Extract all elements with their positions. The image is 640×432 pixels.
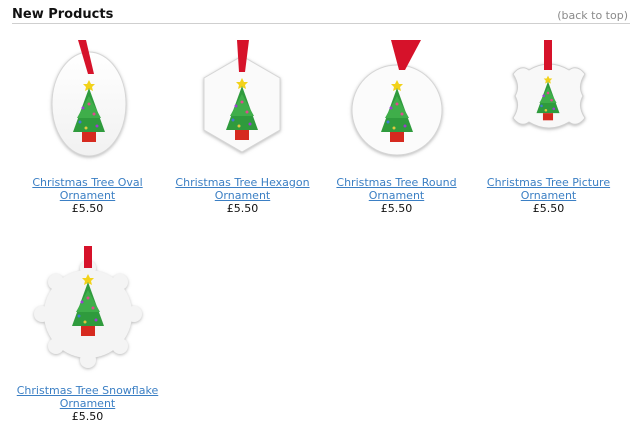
product-card-oval[interactable]: Christmas Tree Oval Ornament £5.50 <box>10 34 165 215</box>
product-price-picture: £5.50 <box>532 202 565 215</box>
product-image-picture[interactable] <box>471 34 626 174</box>
product-card-snowflake[interactable]: Christmas Tree Snowflake Ornament £5.50 <box>10 242 165 423</box>
product-price-round: £5.50 <box>380 202 413 215</box>
product-price-snowflake: £5.50 <box>71 410 104 423</box>
product-card-round[interactable]: Christmas Tree Round Ornament £5.50 <box>319 34 474 215</box>
product-image-hexagon[interactable] <box>165 34 320 174</box>
section-header: New Products (back to top) <box>12 6 630 24</box>
product-link-oval[interactable]: Christmas Tree Oval Ornament <box>10 176 165 202</box>
product-link-round[interactable]: Christmas Tree Round Ornament <box>319 176 474 202</box>
product-image-oval[interactable] <box>10 34 165 174</box>
product-image-snowflake[interactable] <box>10 242 165 382</box>
product-link-snowflake[interactable]: Christmas Tree Snowflake Ornament <box>10 384 165 410</box>
product-card-picture[interactable]: Christmas Tree Picture Ornament £5.50 <box>471 34 626 215</box>
section-title: New Products <box>12 7 114 22</box>
product-price-oval: £5.50 <box>71 202 104 215</box>
product-link-picture[interactable]: Christmas Tree Picture Ornament <box>471 176 626 202</box>
product-image-round[interactable] <box>319 34 474 174</box>
back-to-top-link[interactable]: (back to top) <box>557 9 628 22</box>
product-price-hexagon: £5.50 <box>226 202 259 215</box>
product-card-hexagon[interactable]: Christmas Tree Hexagon Ornament £5.50 <box>165 34 320 215</box>
product-link-hexagon[interactable]: Christmas Tree Hexagon Ornament <box>165 176 320 202</box>
